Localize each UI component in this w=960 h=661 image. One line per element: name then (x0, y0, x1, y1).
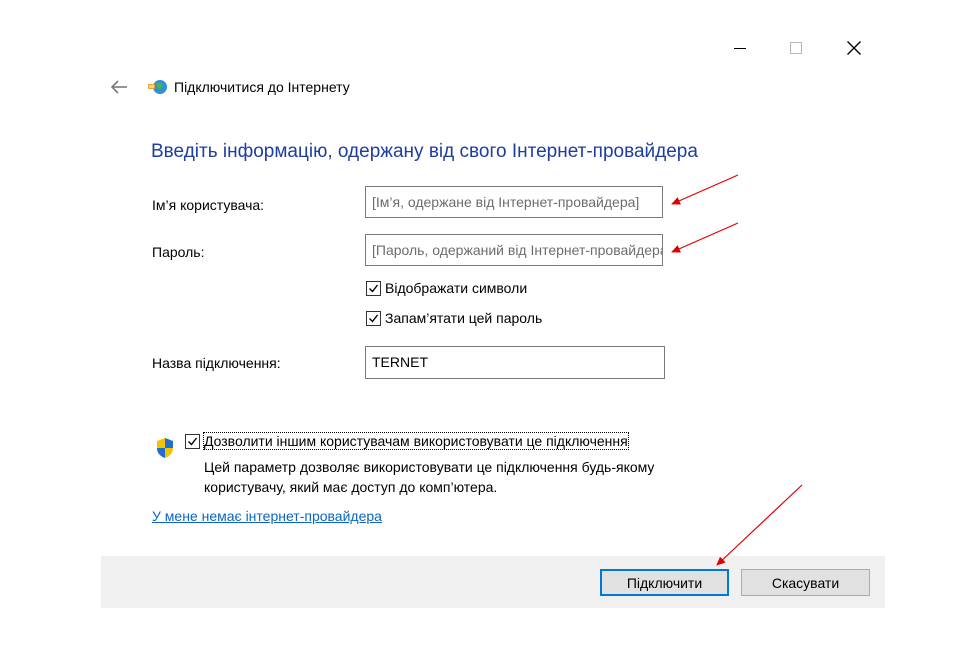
show-characters-checkbox[interactable]: Відображати символи (366, 280, 527, 296)
uac-shield-icon (155, 437, 175, 459)
allow-others-description: Цей параметр дозволяє використовувати це… (204, 457, 654, 497)
checkbox-checked-icon (185, 433, 200, 449)
password-label: Пароль: (152, 244, 205, 260)
show-characters-label: Відображати символи (385, 280, 528, 296)
connect-button[interactable]: Підключити (600, 569, 729, 596)
connect-button-label: Підключити (626, 574, 703, 591)
remember-password-label: Запам’ятати цей пароль (385, 310, 543, 326)
description-line: Цей параметр дозволяє використовувати це… (204, 459, 655, 475)
minimize-icon (734, 48, 746, 49)
annotation-arrow-username (671, 174, 739, 205)
username-input[interactable]: [Ім’я, одержане від Інтернет-провайдера] (365, 186, 663, 218)
no-isp-link[interactable]: У мене немає інтернет-провайдера (152, 508, 382, 524)
connection-name-label: Назва підключення: (152, 355, 281, 371)
description-line: користувачу, який має доступ до комп’юте… (204, 479, 498, 495)
checkbox-checked-icon (366, 310, 381, 326)
close-button[interactable] (831, 32, 877, 64)
network-globe-icon (147, 78, 169, 96)
window-title: Підключитися до Інтернету (174, 79, 350, 95)
back-arrow-icon (110, 80, 127, 94)
maximize-button[interactable] (773, 32, 819, 64)
page-heading: Введіть інформацію, одержану від свого І… (151, 141, 698, 162)
back-button[interactable] (110, 78, 130, 96)
close-icon (847, 41, 861, 55)
annotation-arrow-connect (716, 484, 803, 566)
cancel-button[interactable]: Скасувати (741, 569, 870, 596)
maximize-icon (790, 42, 802, 54)
minimize-button[interactable] (717, 32, 763, 64)
annotation-arrow-password (671, 222, 739, 253)
checkbox-checked-icon (366, 280, 381, 296)
allow-others-checkbox[interactable]: Дозволити іншим користувачам використову… (185, 432, 629, 450)
cancel-button-label: Скасувати (771, 574, 840, 591)
remember-password-checkbox[interactable]: Запам’ятати цей пароль (366, 310, 542, 326)
allow-others-label: Дозволити іншим користувачам використову… (203, 432, 629, 450)
username-label: Ім’я користувача: (152, 197, 265, 213)
connection-name-input[interactable]: TERNET (365, 346, 665, 379)
password-input[interactable]: [Пароль, одержаний від Інтернет-провайде… (365, 234, 663, 266)
